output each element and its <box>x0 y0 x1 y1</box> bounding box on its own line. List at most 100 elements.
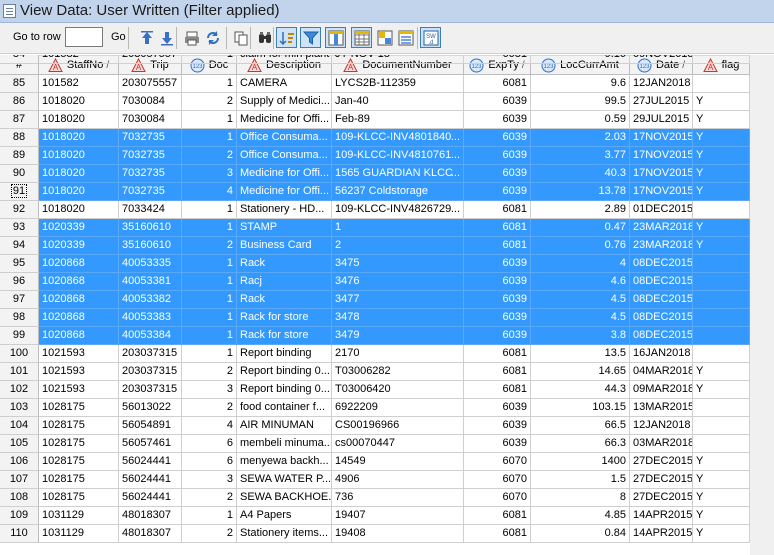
cell-rownum[interactable]: 100 <box>0 345 39 363</box>
cell-staff[interactable]: 1020868 <box>39 291 119 309</box>
cell-doc[interactable]: 2 <box>182 489 237 507</box>
cell-flag[interactable] <box>693 417 750 435</box>
cell-rownum[interactable]: 108 <box>0 489 39 507</box>
table-row[interactable]: 109 1031129 48018307 1 A4 Papers 19407 6081 4.8… <box>0 507 750 525</box>
cell-rownum[interactable]: 85 <box>0 75 39 93</box>
cell-date[interactable]: 12JAN2018 <box>630 75 693 93</box>
cell-doc[interactable]: 1 <box>182 111 237 129</box>
cell-docnum[interactable]: cs00070447 <box>332 435 464 453</box>
cell-staff[interactable]: 1020868 <box>39 273 119 291</box>
cell-flag[interactable]: Y <box>693 93 750 111</box>
cell-doc[interactable]: 2 <box>182 399 237 417</box>
cell-docnum[interactable]: 109-KLCC-INV4826729... <box>332 201 464 219</box>
cell-staff[interactable]: 1021593 <box>39 345 119 363</box>
cell-staff[interactable]: 101582 <box>39 75 119 93</box>
cell-doc[interactable]: 4 <box>182 183 237 201</box>
cell-rownum[interactable]: 105 <box>0 435 39 453</box>
cell-rownum[interactable]: 103 <box>0 399 39 417</box>
cell-trip[interactable]: 7033424 <box>119 201 182 219</box>
cell-doc[interactable]: 3 <box>182 381 237 399</box>
cell-desc[interactable]: Medicine for Offi... <box>237 165 332 183</box>
table-row[interactable]: 94 1020339 35160610 2 Business Card 2 6081 0.76… <box>0 237 750 255</box>
cell-exp[interactable]: 6039 <box>464 399 531 417</box>
cell-staff[interactable]: 1028175 <box>39 453 119 471</box>
cell-exp[interactable]: 6039 <box>464 129 531 147</box>
cell-date[interactable]: 09MAR2018 <box>630 381 693 399</box>
cell-doc[interactable]: 1 <box>182 129 237 147</box>
cell-flag[interactable]: Y <box>693 129 750 147</box>
table-row[interactable]: 95 1020868 40053335 1 Rack 3475 6039 4 08DEC2015 <box>0 255 750 273</box>
cell-date[interactable]: 27JUL2015 <box>630 93 693 111</box>
cell-doc[interactable]: 1 <box>182 327 237 345</box>
cell-date[interactable]: 08DEC2015 <box>630 291 693 309</box>
cell-amt[interactable]: 0.84 <box>531 525 630 543</box>
cell-flag[interactable]: Y <box>693 381 750 399</box>
copy-button[interactable] <box>230 27 251 48</box>
cell-desc[interactable]: Rack <box>237 255 332 273</box>
cell-date[interactable]: 14APR2015 <box>630 507 693 525</box>
table-row[interactable]: 103 1028175 56013022 2 food container f... 69… <box>0 399 750 417</box>
table-row[interactable]: 88 1018020 7032735 1 Office Consuma... 109-KL… <box>0 129 750 147</box>
cell-desc[interactable]: Office Consuma... <box>237 147 332 165</box>
cell-staff[interactable]: 1018020 <box>39 147 119 165</box>
cell-docnum[interactable]: 2170 <box>332 345 464 363</box>
cell-flag[interactable]: Y <box>693 219 750 237</box>
cell-rownum[interactable]: 106 <box>0 453 39 471</box>
cell-amt[interactable]: 0.76 <box>531 237 630 255</box>
cell-rownum[interactable]: 110 <box>0 525 39 543</box>
cell-staff[interactable]: 1020339 <box>39 219 119 237</box>
format-button[interactable] <box>395 27 416 48</box>
table-row[interactable]: 107 1028175 56024441 3 SEWA WATER P... 4906 60… <box>0 471 750 489</box>
cell-docnum[interactable]: 4906 <box>332 471 464 489</box>
cell-staff[interactable]: 101582 <box>39 55 119 64</box>
cell-amt[interactable]: 4 <box>531 255 630 273</box>
cell-trip[interactable]: 48018307 <box>119 525 182 543</box>
cell-desc[interactable]: Racj <box>237 273 332 291</box>
cell-trip[interactable]: 40053384 <box>119 327 182 345</box>
cell-trip[interactable]: 56024441 <box>119 471 182 489</box>
cell-date[interactable]: 13MAR2015 <box>630 399 693 417</box>
cell-date[interactable]: 23MAR2018 <box>630 237 693 255</box>
cell-rownum[interactable]: 88 <box>0 129 39 147</box>
cell-desc[interactable]: Supply of Medici... <box>237 93 332 111</box>
cell-rownum[interactable]: 92 <box>0 201 39 219</box>
cell-staff[interactable]: 1020868 <box>39 255 119 273</box>
cell-desc[interactable]: Stationery items... <box>237 525 332 543</box>
cell-exp[interactable]: 6039 <box>464 273 531 291</box>
cell-trip[interactable]: 56057461 <box>119 435 182 453</box>
cell-exp[interactable]: 6039 <box>464 417 531 435</box>
cell-flag[interactable]: Y <box>693 111 750 129</box>
cell-trip[interactable]: 7032735 <box>119 165 182 183</box>
cell-exp[interactable]: 6081 <box>464 201 531 219</box>
cell-doc[interactable]: 1 <box>182 55 237 64</box>
cell-desc[interactable]: food container f... <box>237 399 332 417</box>
filter-button[interactable] <box>300 27 321 48</box>
grid-view-button[interactable] <box>351 27 372 48</box>
cell-exp[interactable]: 6039 <box>464 435 531 453</box>
cell-amt[interactable]: 4.5 <box>531 291 630 309</box>
cell-rownum[interactable]: 91 <box>0 183 39 201</box>
cell-desc[interactable]: SEWA WATER P... <box>237 471 332 489</box>
cell-docnum[interactable]: T03006420 <box>332 381 464 399</box>
cell-trip[interactable]: 7030084 <box>119 93 182 111</box>
cell-date[interactable]: 17NOV2015 <box>630 165 693 183</box>
cell-staff[interactable]: 1018020 <box>39 93 119 111</box>
color-button[interactable] <box>374 27 395 48</box>
cell-staff[interactable]: 1021593 <box>39 363 119 381</box>
cell-desc[interactable]: Rack for store <box>237 327 332 345</box>
table-row[interactable]: 86 1018020 7030084 2 Supply of Medici... Jan-… <box>0 93 750 111</box>
cell-docnum[interactable]: Feb-89 <box>332 111 464 129</box>
cell-staff[interactable]: 1028175 <box>39 399 119 417</box>
cell-desc[interactable]: SEWA BACKHOE... <box>237 489 332 507</box>
cell-staff[interactable]: 1028175 <box>39 417 119 435</box>
sort-button[interactable] <box>276 27 297 48</box>
cell-docnum[interactable]: CS00196966 <box>332 417 464 435</box>
cell-amt[interactable]: 1.5 <box>531 471 630 489</box>
cell-exp[interactable]: 6081 <box>464 219 531 237</box>
cell-date[interactable]: 03MAR2018 <box>630 435 693 453</box>
cell-rownum[interactable]: 95 <box>0 255 39 273</box>
cell-rownum[interactable]: 97 <box>0 291 39 309</box>
cell-doc[interactable]: 1 <box>182 345 237 363</box>
cell-docnum[interactable]: Jan-40 <box>332 93 464 111</box>
cell-desc[interactable]: claim for min plant <box>237 55 332 64</box>
